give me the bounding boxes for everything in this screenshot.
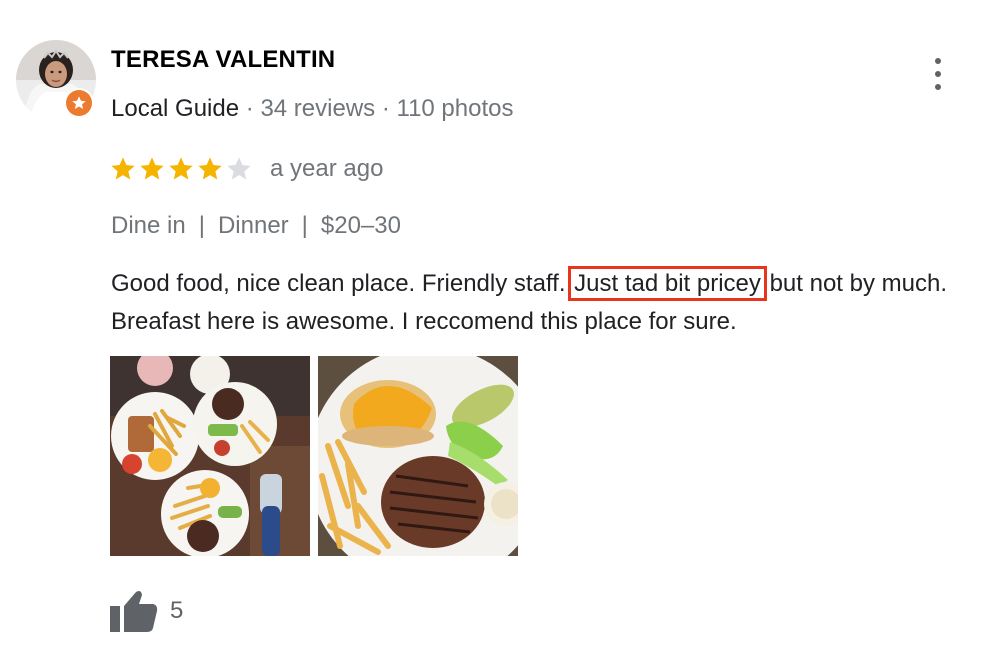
meta-separator: · <box>381 95 390 122</box>
star-badge-icon <box>66 90 92 116</box>
more-vertical-icon[interactable] <box>926 58 950 90</box>
local-guide-label: Local Guide <box>111 95 240 122</box>
review-date: a year ago <box>270 155 384 182</box>
highlighted-phrase: Just tad bit pricey <box>568 266 767 301</box>
star-filled-icon <box>140 157 164 180</box>
review-text-start: Good food, nice clean place. Friendly st… <box>111 270 573 297</box>
review-photo-2[interactable] <box>318 356 518 556</box>
reviewer-name[interactable]: TERESA VALENTIN <box>111 46 335 74</box>
review-text: Good food, nice clean place. Friendly st… <box>111 265 951 341</box>
review-photo-1[interactable] <box>110 356 310 556</box>
star-filled-icon <box>111 157 135 180</box>
more-dot <box>935 58 941 64</box>
visit-separator: | <box>301 212 308 239</box>
more-dot <box>935 84 941 90</box>
visit-price: $20–30 <box>320 212 401 239</box>
food-photo-burger <box>318 356 518 556</box>
thumbs-up-icon[interactable] <box>110 590 158 632</box>
photo-count: 110 photos <box>396 95 514 122</box>
more-dot <box>935 71 941 77</box>
like-count: 5 <box>170 597 184 624</box>
reviewer-meta: Local Guide · 34 reviews · 110 photos <box>111 95 514 123</box>
visit-details: Dine in | Dinner | $20–30 <box>111 212 401 240</box>
visit-service: Dine in <box>111 212 186 239</box>
food-photo-plates <box>110 356 310 556</box>
review-count: 34 reviews <box>260 95 376 122</box>
visit-meal: Dinner <box>217 212 289 239</box>
local-guide-badge <box>64 88 94 118</box>
visit-separator: | <box>198 212 205 239</box>
star-empty-icon <box>227 157 251 180</box>
star-filled-icon <box>198 157 222 180</box>
like-row: 5 <box>110 590 183 632</box>
meta-separator: · <box>245 95 254 122</box>
star-filled-icon <box>169 157 193 180</box>
rating-row: a year ago <box>109 154 383 184</box>
star-rating <box>109 155 254 183</box>
